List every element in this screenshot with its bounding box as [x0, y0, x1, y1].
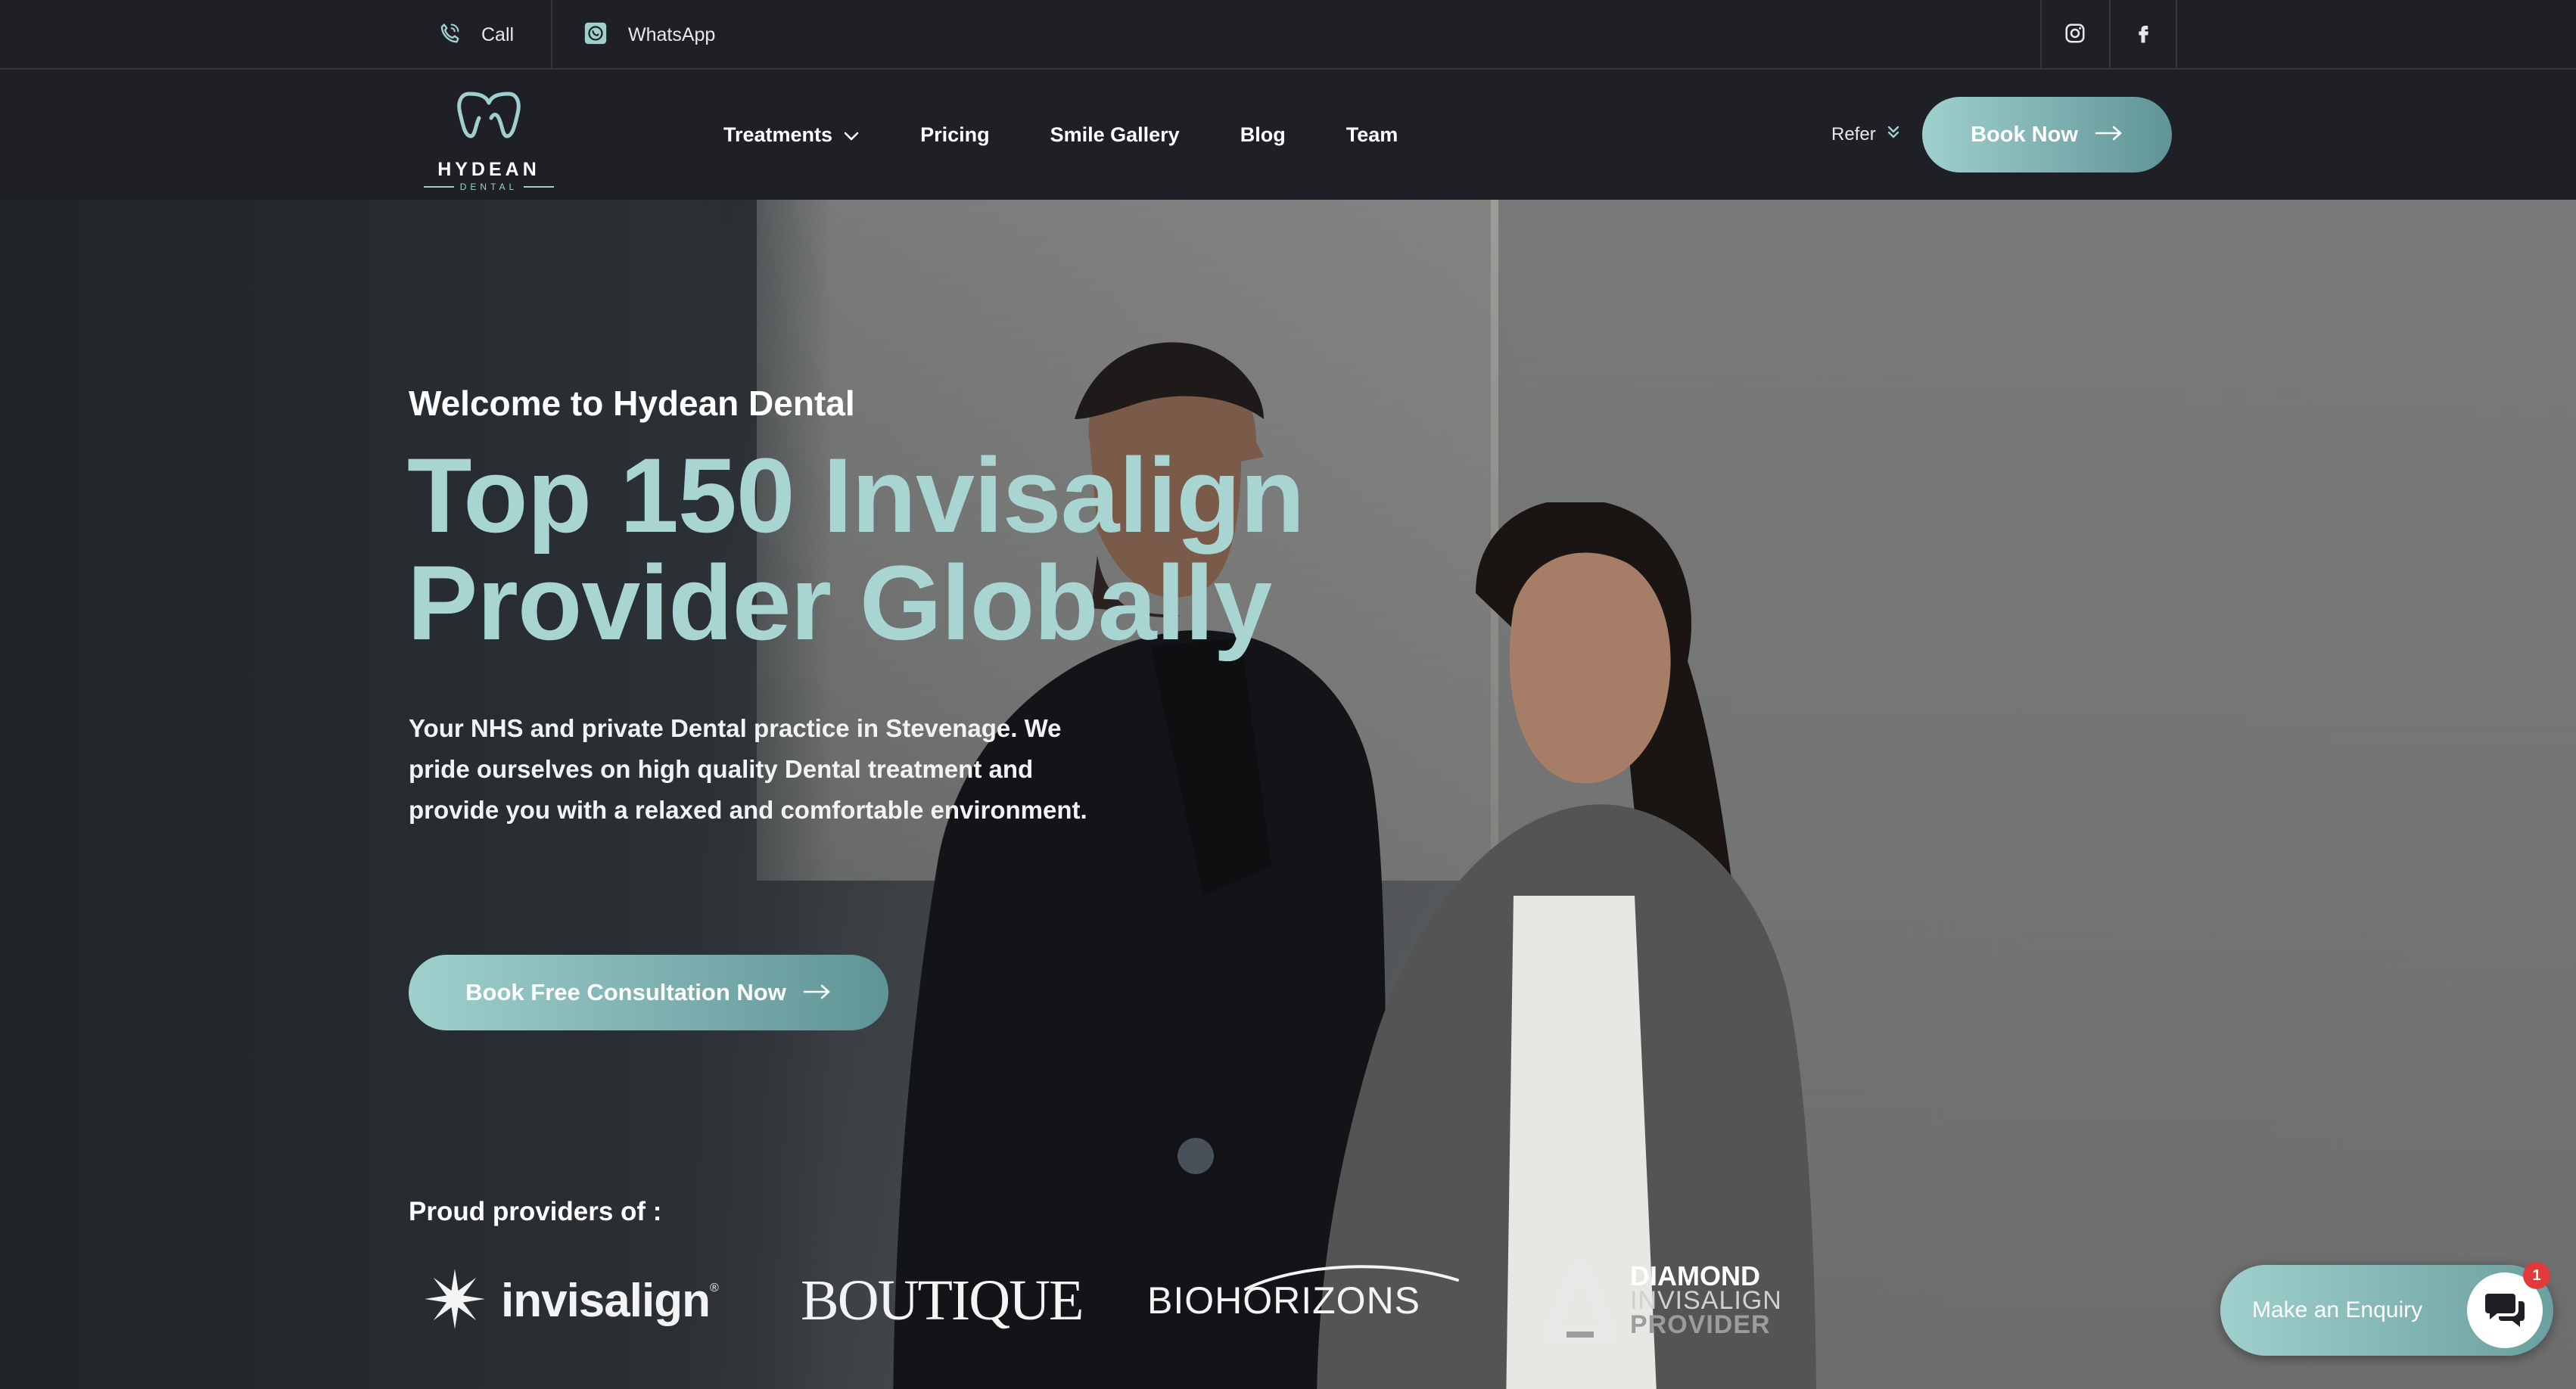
enquiry-label: Make an Enquiry: [2252, 1297, 2423, 1322]
brand-name: HYDEAN: [437, 159, 540, 180]
invisalign-logo: invisalign ®: [421, 1259, 719, 1342]
boutique-logo: BOUTIQUE: [801, 1259, 1084, 1342]
call-link[interactable]: Call: [437, 0, 514, 70]
hero-description: Your NHS and private Dental practice in …: [409, 714, 1087, 824]
logo[interactable]: HYDEAN DENTAL: [415, 88, 563, 192]
star-flower-icon: [421, 1265, 489, 1337]
nav-item-team[interactable]: Team: [1346, 123, 1398, 147]
logo-rule: [524, 186, 555, 188]
tooth-logo-icon: [454, 88, 524, 146]
nav-item-blog[interactable]: Blog: [1240, 123, 1286, 147]
whatsapp-label: WhatsApp: [628, 23, 716, 45]
brand-sub-text: DENTAL: [459, 182, 518, 192]
trademark-symbol: ®: [709, 1282, 719, 1294]
instagram-link[interactable]: [2040, 0, 2108, 70]
arrow-right-icon: [803, 979, 832, 1006]
nav-item-label: Pricing: [920, 123, 990, 146]
facebook-link[interactable]: [2109, 0, 2177, 70]
top-utility-bar: Call WhatsApp: [0, 0, 2576, 70]
notification-badge: 1: [2523, 1262, 2550, 1289]
whatsapp-icon: [583, 20, 608, 50]
hero-section: Welcome to Hydean Dental Top 150 Invisal…: [0, 200, 2576, 1389]
book-now-button[interactable]: Book Now: [1922, 97, 2172, 172]
diamond-line1: DIAMOND: [1630, 1260, 1760, 1291]
boutique-wordmark: BOUTIQUE: [801, 1268, 1084, 1332]
hero-title-line2: Provider Globally: [407, 543, 1272, 662]
instagram-icon: [2064, 22, 2086, 48]
cta-label: Book Free Consultation Now: [465, 979, 786, 1005]
phone-icon: [437, 21, 462, 49]
brand-sub: DENTAL: [415, 182, 563, 192]
diamond-line3: PROVIDER: [1630, 1310, 1771, 1339]
diamond-line2: INVISALIGN: [1630, 1286, 1782, 1315]
refer-dropdown[interactable]: Refer: [1831, 70, 1900, 200]
diamond-invisalign-provider-logo: DIAMOND INVISALIGN PROVIDER: [1540, 1250, 1782, 1343]
divider: [551, 0, 552, 70]
call-label: Call: [481, 23, 515, 45]
nav-item-treatments[interactable]: Treatments: [723, 123, 860, 147]
facebook-icon: [2132, 22, 2154, 48]
chevron-down-icon: [843, 123, 860, 147]
book-now-label: Book Now: [1971, 122, 2078, 147]
logo-rule: [423, 186, 454, 188]
video-indicator-dot[interactable]: [1178, 1138, 1214, 1174]
book-consultation-button[interactable]: Book Free Consultation Now: [409, 955, 888, 1030]
hero-title: Top 150 Invisalign Provider Globally: [407, 442, 1467, 657]
nav-item-pricing[interactable]: Pricing: [920, 123, 990, 147]
nav-item-smile-gallery[interactable]: Smile Gallery: [1050, 123, 1180, 147]
double-chevron-down-icon: [1887, 124, 1900, 145]
nav-item-label: Team: [1346, 123, 1398, 146]
nav-item-label: Treatments: [723, 123, 833, 146]
whatsapp-link[interactable]: WhatsApp: [583, 0, 715, 70]
nav-links: Treatments Pricing Smile Gallery Blog Te…: [723, 70, 1458, 200]
make-enquiry-widget[interactable]: Make an Enquiry 1: [2220, 1262, 2553, 1356]
arrow-right-icon: [2095, 123, 2123, 148]
nav-item-label: Smile Gallery: [1050, 123, 1180, 146]
refer-label: Refer: [1831, 124, 1876, 144]
biohorizons-logo: BIOHORIZONS: [1147, 1259, 1459, 1342]
hero-kicker: Welcome to Hydean Dental: [409, 384, 855, 423]
diamond-text: DIAMOND INVISALIGN PROVIDER: [1630, 1260, 1782, 1339]
triangle-logo-icon: [1540, 1250, 1620, 1343]
invisalign-wordmark: invisalign: [501, 1274, 711, 1327]
providers-title: Proud providers of :: [409, 1197, 662, 1226]
chat-bubble-icon: [2484, 1289, 2526, 1332]
main-navbar: HYDEAN DENTAL Treatments Pricing Smile G…: [0, 70, 2576, 200]
nav-item-label: Blog: [1240, 123, 1286, 146]
hero-title-line1: Top 150 Invisalign: [407, 436, 1305, 555]
biohorizons-swoosh-icon: [1244, 1265, 1459, 1291]
